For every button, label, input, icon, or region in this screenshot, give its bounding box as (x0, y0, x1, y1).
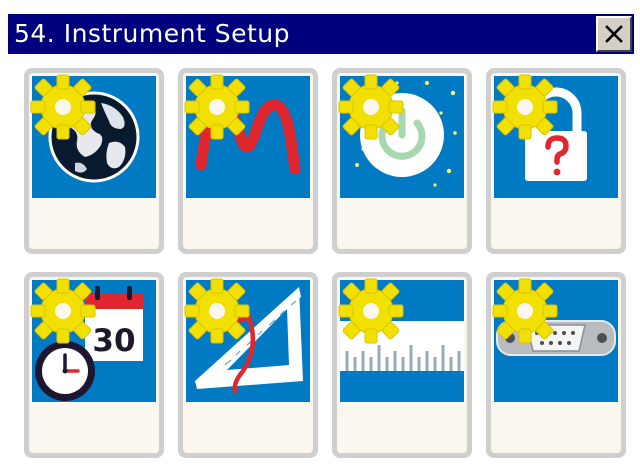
gear-icon (338, 278, 404, 344)
gear-icon (338, 74, 404, 140)
calibration-tile[interactable] (178, 272, 318, 458)
calendar-day: 30 (92, 323, 135, 359)
close-button[interactable] (596, 16, 632, 52)
gear-icon (184, 278, 250, 344)
password-settings-tile[interactable] (486, 68, 626, 254)
gear-icon (492, 74, 558, 140)
serial-port-tile[interactable] (486, 272, 626, 458)
power-settings-tile[interactable] (332, 68, 472, 254)
window-title: 54. Instrument Setup (14, 19, 290, 48)
gear-icon (30, 278, 96, 344)
display-scale-tile[interactable] (332, 272, 472, 458)
title-bar: 54. Instrument Setup (8, 14, 634, 54)
gear-icon (184, 74, 250, 140)
gear-icon (492, 278, 558, 344)
date-time-tile[interactable]: 30 (24, 272, 164, 458)
gear-icon (30, 74, 96, 140)
close-icon (605, 25, 623, 43)
regional-settings-tile[interactable] (24, 68, 164, 254)
measurement-settings-tile[interactable] (178, 68, 318, 254)
